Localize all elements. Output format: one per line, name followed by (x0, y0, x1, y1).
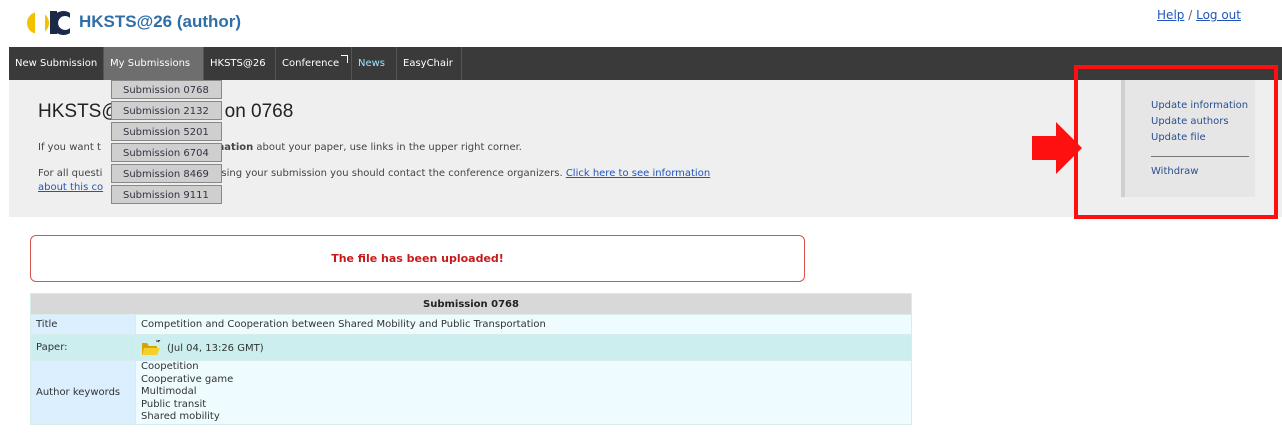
table-row: Paper: (Jul 04, 13:26 GMT) (30, 334, 912, 361)
submission-table-header: Submission 0768 (30, 293, 912, 315)
menu-news[interactable]: News (352, 47, 397, 80)
easychair-logo-icon (27, 11, 70, 35)
highlight-arrow-icon (1032, 122, 1082, 174)
keyword-item: Public transit (141, 398, 207, 410)
keyword-item: Shared mobility (141, 411, 220, 422)
keyword-item: Coopetition (141, 361, 199, 372)
logout-link[interactable]: Log out (1196, 8, 1241, 22)
menu-easychair[interactable]: EasyChair (397, 47, 462, 80)
app-title: HKSTS@26 (author) (79, 12, 242, 31)
menu-my-submissions[interactable]: My Submissions (104, 47, 204, 80)
paper-value: (Jul 04, 13:26 GMT) (135, 334, 912, 361)
upload-success-message: The file has been uploaded! (30, 235, 805, 282)
help-link[interactable]: Help (1157, 8, 1184, 22)
my-submissions-dropdown: Submission 0768 Submission 2132 Submissi… (111, 80, 222, 206)
keyword-item: Cooperative game (141, 373, 234, 385)
keywords-label: Author keywords (30, 360, 136, 425)
conference-info-link[interactable]: Click here to see information (566, 168, 710, 179)
table-row: Title Competition and Cooperation betwee… (30, 314, 912, 335)
menu-hksts[interactable]: HKSTS@26 (204, 47, 276, 80)
top-links-separator: / (1188, 8, 1193, 22)
paper-label: Paper: (30, 334, 136, 361)
title-value: Competition and Cooperation between Shar… (135, 314, 912, 335)
dropdown-submission-8469[interactable]: Submission 8469 (111, 164, 222, 183)
conference-info-link-continued[interactable]: about this co (38, 182, 103, 193)
menu-conference-label: Conference (282, 58, 340, 69)
highlight-box (1074, 65, 1278, 219)
top-header: HKSTS@26 (author) Help / Log out (0, 0, 1282, 47)
title-label: Title (30, 314, 136, 335)
dropdown-submission-6704[interactable]: Submission 6704 (111, 143, 222, 162)
submission-table: Submission 0768 Title Competition and Co… (30, 293, 912, 425)
keywords-value: Coopetition Cooperative game Multimodal … (135, 360, 912, 425)
paper-date: (Jul 04, 13:26 GMT) (167, 342, 264, 354)
table-row: Author keywords Coopetition Cooperative … (30, 360, 912, 425)
dropdown-submission-2132[interactable]: Submission 2132 (111, 101, 222, 120)
dropdown-submission-9111[interactable]: Submission 9111 (111, 185, 222, 204)
dropdown-submission-5201[interactable]: Submission 5201 (111, 122, 222, 141)
menu-conference[interactable]: Conference (276, 47, 352, 80)
dropdown-submission-0768[interactable]: Submission 0768 (111, 80, 222, 99)
keyword-item: Multimodal (141, 386, 197, 397)
folder-icon[interactable] (141, 339, 161, 356)
menu-new-submission[interactable]: New Submission (9, 47, 104, 80)
top-links: Help / Log out (1157, 8, 1241, 22)
external-link-icon (341, 55, 349, 63)
